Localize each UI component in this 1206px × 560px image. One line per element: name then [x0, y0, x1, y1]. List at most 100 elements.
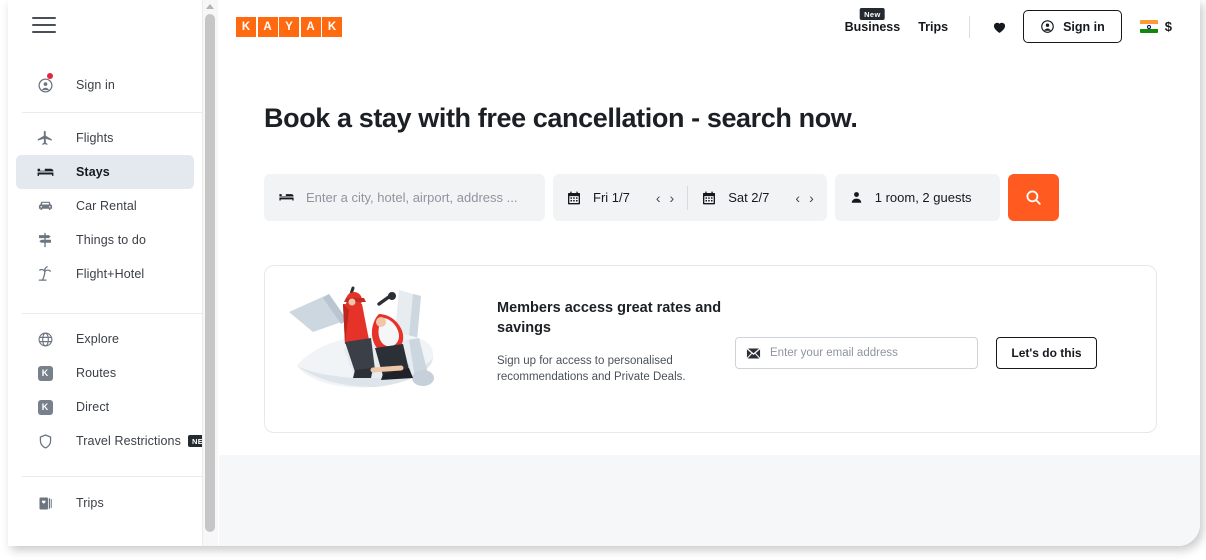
- newsletter-submit-button[interactable]: Let's do this: [996, 337, 1097, 369]
- sidebar-item-direct[interactable]: K Direct: [16, 390, 194, 424]
- bed-icon: [34, 161, 56, 183]
- airplane-icon: [34, 127, 56, 149]
- sidebar-item-stays[interactable]: Stays: [16, 155, 194, 189]
- k-tile-icon: K: [34, 396, 56, 418]
- sidebar-item-flights[interactable]: Flights: [16, 121, 194, 155]
- checkin-next-arrow[interactable]: ›: [670, 191, 675, 205]
- guests-value: 1 room, 2 guests: [874, 190, 972, 205]
- sidebar-item-label: Car Rental: [76, 199, 137, 213]
- sidebar-item-label: Trips: [76, 496, 104, 510]
- sidebar-item-car-rental[interactable]: Car Rental: [16, 189, 194, 223]
- members-promo-card: Members access great rates and savings S…: [264, 265, 1157, 433]
- sidebar: Sign in Flights Stays Car Rental Things …: [8, 0, 215, 546]
- ashoka-chakra-icon: [1146, 25, 1151, 29]
- sidebar-item-sign-in[interactable]: Sign in: [16, 68, 194, 102]
- k-tile-letter: K: [37, 399, 53, 415]
- signpost-icon: [34, 229, 56, 251]
- search-guests-field[interactable]: 1 room, 2 guests: [834, 174, 1000, 221]
- bed-icon: [278, 189, 295, 206]
- favorites-button[interactable]: [982, 19, 1017, 35]
- checkin-prev-arrow[interactable]: ‹: [656, 191, 661, 205]
- sidebar-divider: [22, 313, 202, 314]
- sidebar-item-routes[interactable]: K Routes: [16, 356, 194, 390]
- header-nav: New Business Trips Sign in $: [836, 7, 1172, 43]
- sidebar-item-travel-restrictions[interactable]: Travel Restrictions NEW: [16, 424, 215, 458]
- person-icon: [849, 190, 864, 205]
- hamburger-bar: [32, 24, 56, 26]
- sidebar-scrollbar-thumb[interactable]: [205, 14, 215, 532]
- checkin-date-value: Fri 1/7: [593, 190, 630, 205]
- checkout-date-value: Sat 2/7: [728, 190, 770, 205]
- search-location-placeholder: Enter a city, hotel, airport, address ..…: [306, 190, 518, 205]
- search-icon: [1024, 188, 1043, 207]
- heart-icon: [991, 19, 1008, 35]
- sign-in-button[interactable]: Sign in: [1023, 10, 1122, 43]
- sidebar-tools-group: Explore K Routes K Direct Travel Restric…: [8, 322, 215, 458]
- sidebar-item-label: Routes: [76, 366, 117, 380]
- logo-letter: Y: [279, 17, 299, 37]
- site-header: K A Y A K New Business Trips Sign in $: [219, 0, 1200, 55]
- locale-selector[interactable]: $: [1139, 19, 1172, 34]
- sidebar-item-trips[interactable]: Trips: [16, 486, 194, 520]
- k-tile-letter: K: [37, 365, 53, 381]
- search-submit-button[interactable]: [1007, 174, 1059, 221]
- india-flag-icon: [1139, 20, 1158, 33]
- sidebar-item-label: Travel Restrictions: [76, 434, 181, 448]
- kayak-logo[interactable]: K A Y A K: [236, 17, 342, 37]
- avatar-icon: [1040, 19, 1055, 34]
- checkout-next-arrow[interactable]: ›: [809, 191, 814, 205]
- checkin-stepper: ‹ ›: [656, 191, 674, 205]
- new-badge: New: [860, 7, 885, 20]
- logo-letter: A: [257, 17, 278, 37]
- search-location-input[interactable]: Enter a city, hotel, airport, address ..…: [264, 174, 545, 221]
- search-checkout-field[interactable]: Sat 2/7 ‹ ›: [688, 174, 827, 221]
- globe-icon: [34, 328, 56, 350]
- sidebar-divider: [22, 112, 202, 113]
- search-checkin-field[interactable]: Fri 1/7 ‹ ›: [553, 174, 687, 221]
- calendar-icon: [701, 190, 717, 206]
- newsletter-signup: Enter your email address Let's do this: [735, 337, 1097, 369]
- sidebar-item-label: Things to do: [76, 233, 146, 247]
- currency-label: $: [1164, 19, 1172, 34]
- checkout-prev-arrow[interactable]: ‹: [795, 191, 800, 205]
- browser-window: Sign in Flights Stays Car Rental Things …: [8, 0, 1200, 546]
- main-content: K A Y A K New Business Trips Sign in $ B…: [219, 0, 1200, 546]
- flag-stripe: [1139, 28, 1158, 33]
- hamburger-menu-icon[interactable]: [32, 17, 56, 35]
- email-input[interactable]: Enter your email address: [735, 337, 978, 369]
- sidebar-account-group: Sign in: [8, 68, 202, 102]
- sidebar-item-label: Flights: [76, 131, 114, 145]
- promo-subtitle: Sign up for access to personalised recom…: [497, 355, 686, 383]
- car-icon: [34, 195, 56, 217]
- sidebar-divider: [22, 476, 202, 477]
- sidebar-item-explore[interactable]: Explore: [16, 322, 194, 356]
- envelope-icon: [746, 347, 761, 360]
- page-title: Book a stay with free cancellation - sea…: [264, 103, 858, 133]
- page-bottom-band: [219, 455, 1200, 546]
- people-riding-airplane-illustration: [283, 274, 448, 404]
- sidebar-travel-group: Flights Stays Car Rental Things to do Fl…: [8, 121, 202, 291]
- sidebar-trips-group: Trips: [8, 486, 202, 520]
- sign-in-label: Sign in: [1063, 19, 1105, 34]
- sidebar-item-label: Sign in: [76, 78, 115, 92]
- calendar-icon: [566, 190, 582, 206]
- email-placeholder: Enter your email address: [770, 347, 898, 359]
- logo-letter: A: [300, 17, 321, 37]
- search-dates-group: Fri 1/7 ‹ › Sat 2/7 ‹ ›: [553, 174, 827, 221]
- trips-book-icon: [34, 492, 56, 514]
- sidebar-item-label: Stays: [76, 165, 110, 179]
- hamburger-bar: [32, 17, 56, 19]
- sidebar-item-things-to-do[interactable]: Things to do: [16, 223, 194, 257]
- sidebar-item-flight-hotel[interactable]: Flight+Hotel: [16, 257, 194, 291]
- checkout-stepper: ‹ ›: [795, 191, 813, 205]
- header-link-business[interactable]: New Business: [836, 7, 910, 34]
- hamburger-bar: [32, 31, 56, 33]
- shield-icon: [34, 430, 56, 452]
- palm-tree-icon: [34, 263, 56, 285]
- header-link-trips[interactable]: Trips: [909, 20, 957, 34]
- logo-letter: K: [236, 17, 256, 37]
- scroll-up-arrow-icon[interactable]: [206, 4, 214, 9]
- sidebar-item-label: Flight+Hotel: [76, 267, 145, 281]
- search-bar: Enter a city, hotel, airport, address ..…: [264, 174, 1059, 221]
- sidebar-item-label: Explore: [76, 332, 120, 346]
